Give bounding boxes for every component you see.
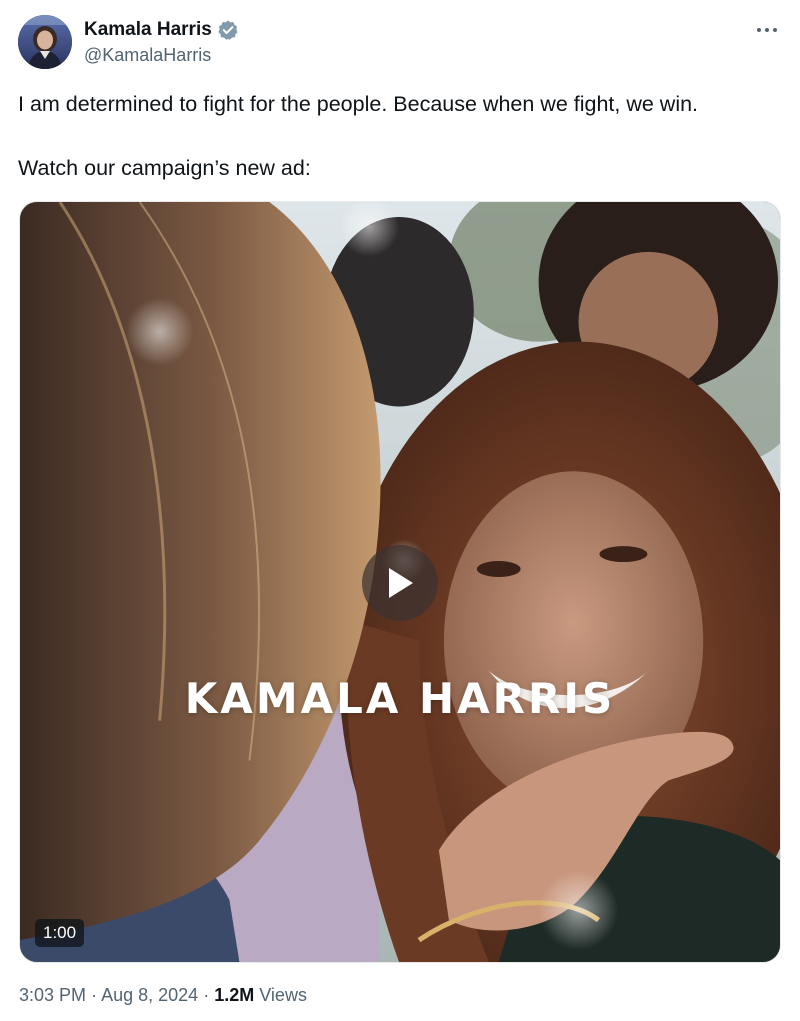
tweet-header: Kamala Harris @KamalaHarris bbox=[18, 14, 782, 74]
tweet-text: I am determined to fight for the people.… bbox=[18, 89, 782, 183]
more-options-button[interactable] bbox=[752, 18, 782, 42]
name-row: Kamala Harris bbox=[84, 18, 239, 42]
profile-photo-icon bbox=[18, 15, 72, 69]
tweet-date[interactable]: Aug 8, 2024 bbox=[101, 985, 198, 1005]
video-duration-badge: 1:00 bbox=[35, 919, 85, 947]
display-name[interactable]: Kamala Harris bbox=[84, 19, 212, 41]
views-count: 1.2M bbox=[214, 985, 255, 1005]
author-handle[interactable]: @KamalaHarris bbox=[84, 45, 211, 66]
views-label: Views bbox=[259, 985, 307, 1005]
verified-badge-icon bbox=[217, 19, 239, 41]
video-player[interactable]: KAMALA HARRIS 1:00 bbox=[19, 201, 781, 963]
avatar[interactable] bbox=[18, 15, 72, 69]
tweet-text-line: Watch our campaign’s new ad: bbox=[18, 156, 311, 180]
play-icon bbox=[389, 568, 413, 598]
tweet-meta: 3:03 PM · Aug 8, 2024 · 1.2M Views bbox=[19, 985, 307, 1006]
ellipsis-horizontal-icon bbox=[757, 28, 777, 32]
meta-separator: · bbox=[91, 985, 98, 1005]
meta-separator: · bbox=[203, 985, 210, 1005]
tweet-time[interactable]: 3:03 PM bbox=[19, 985, 86, 1005]
tweet-text-line: I am determined to fight for the people.… bbox=[18, 92, 699, 116]
play-button[interactable] bbox=[362, 545, 438, 621]
